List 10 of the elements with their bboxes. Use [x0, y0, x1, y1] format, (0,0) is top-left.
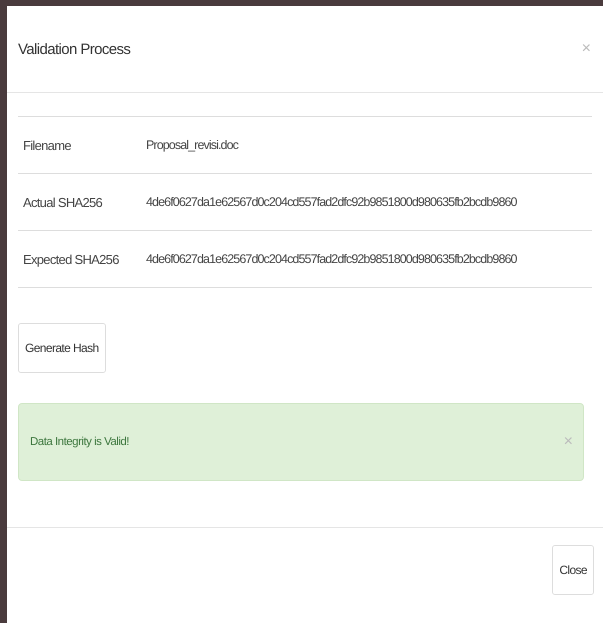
modal-title: Validation Process	[18, 40, 130, 58]
alert-message: Data Integrity is Valid!	[30, 436, 130, 448]
field-label: Actual SHA256	[23, 194, 104, 210]
field-value: Proposal_revisi.doc	[146, 138, 238, 152]
generate-hash-button[interactable]: Generate Hash	[18, 323, 106, 373]
field-value: 4de6f0627da1e62567d0c204cd557fad2dfc92b9851800d980635fb2bcdb9860	[146, 195, 517, 209]
field-label: Filename	[23, 138, 72, 152]
field-value: 4de6f0627da1e62567d0c204cd557fad2dfc92b9851800d980635fb2bcdb9860	[146, 252, 517, 266]
close-button[interactable]: Close	[552, 544, 594, 594]
field-label: Expected SHA256	[23, 252, 120, 266]
